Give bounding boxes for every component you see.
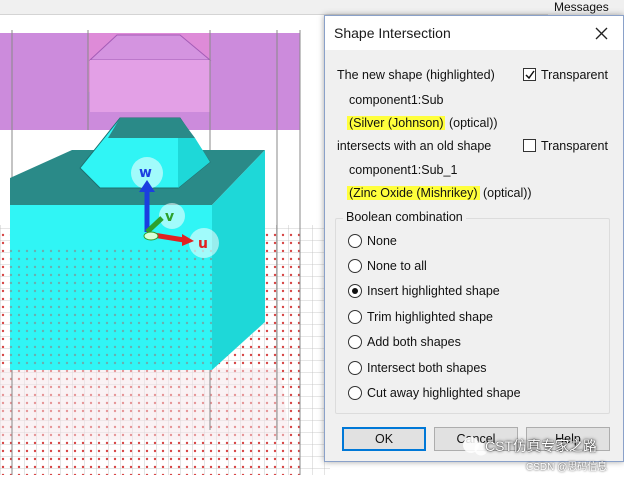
radio-add-both-shapes[interactable] — [348, 335, 362, 349]
ok-button[interactable]: OK — [342, 427, 426, 451]
boolean-combination-title: Boolean combination — [343, 210, 466, 224]
radio-insert-highlighted-shape[interactable] — [348, 284, 362, 298]
old-shape-transparent-label: Transparent — [541, 139, 608, 153]
old-shape-name: component1:Sub_1 — [349, 163, 458, 177]
axis-w-label: w — [139, 165, 152, 181]
old-shape-material: (Zinc Oxide (Mishrikey) (optical)) — [347, 186, 532, 200]
radio-cut-away-highlighted-shape[interactable] — [348, 386, 362, 400]
radio-none[interactable] — [348, 234, 362, 248]
dialog-titlebar[interactable]: Shape Intersection — [325, 16, 623, 50]
option-none-to-all-label[interactable]: None to all — [367, 259, 427, 273]
new-shape-material: (Silver (Johnson) (optical)) — [347, 116, 498, 130]
new-shape-name: component1:Sub — [349, 93, 444, 107]
dialog-title: Shape Intersection — [334, 25, 451, 41]
old-shape-material-rest: (optical)) — [479, 186, 532, 200]
close-icon — [595, 27, 608, 40]
option-cut-away-label[interactable]: Cut away highlighted shape — [367, 386, 521, 400]
radio-none-to-all[interactable] — [348, 259, 362, 273]
shape-intersection-dialog: Shape Intersection The new shape (highli… — [324, 15, 624, 462]
dialog-body: The new shape (highlighted) Transparent … — [325, 50, 623, 461]
viewport-top-strip — [0, 0, 624, 15]
option-trim-highlighted-label[interactable]: Trim highlighted shape — [367, 310, 493, 324]
new-shape-material-rest: (optical)) — [445, 116, 498, 130]
intersects-label: intersects with an old shape — [337, 139, 492, 153]
option-add-both-label[interactable]: Add both shapes — [367, 335, 461, 349]
radio-selected-dot — [352, 288, 358, 294]
new-shape-label: The new shape (highlighted) — [337, 68, 495, 82]
option-none-label[interactable]: None — [367, 234, 397, 248]
close-button[interactable] — [587, 20, 617, 46]
new-shape-transparent-checkbox[interactable] — [523, 68, 536, 81]
messages-tab[interactable]: Messages — [548, 0, 624, 15]
old-shape-transparent-checkbox[interactable] — [523, 139, 536, 152]
option-intersect-both-label[interactable]: Intersect both shapes — [367, 361, 487, 375]
axis-v-label: v — [165, 209, 174, 225]
option-insert-highlighted-label[interactable]: Insert highlighted shape — [367, 284, 500, 298]
new-shape-material-highlight: (Silver (Johnson) — [347, 116, 446, 130]
watermark-line1: CST仿真专家之路 — [485, 438, 597, 454]
watermark-line2: CSDN @思码信息 — [526, 462, 608, 473]
checkmark-icon — [525, 70, 535, 80]
axis-u-label: u — [198, 236, 208, 252]
old-shape-material-highlight: (Zinc Oxide (Mishrikey) — [347, 186, 480, 200]
radio-intersect-both-shapes[interactable] — [348, 361, 362, 375]
new-shape-transparent-label: Transparent — [541, 68, 608, 82]
radio-trim-highlighted-shape[interactable] — [348, 310, 362, 324]
